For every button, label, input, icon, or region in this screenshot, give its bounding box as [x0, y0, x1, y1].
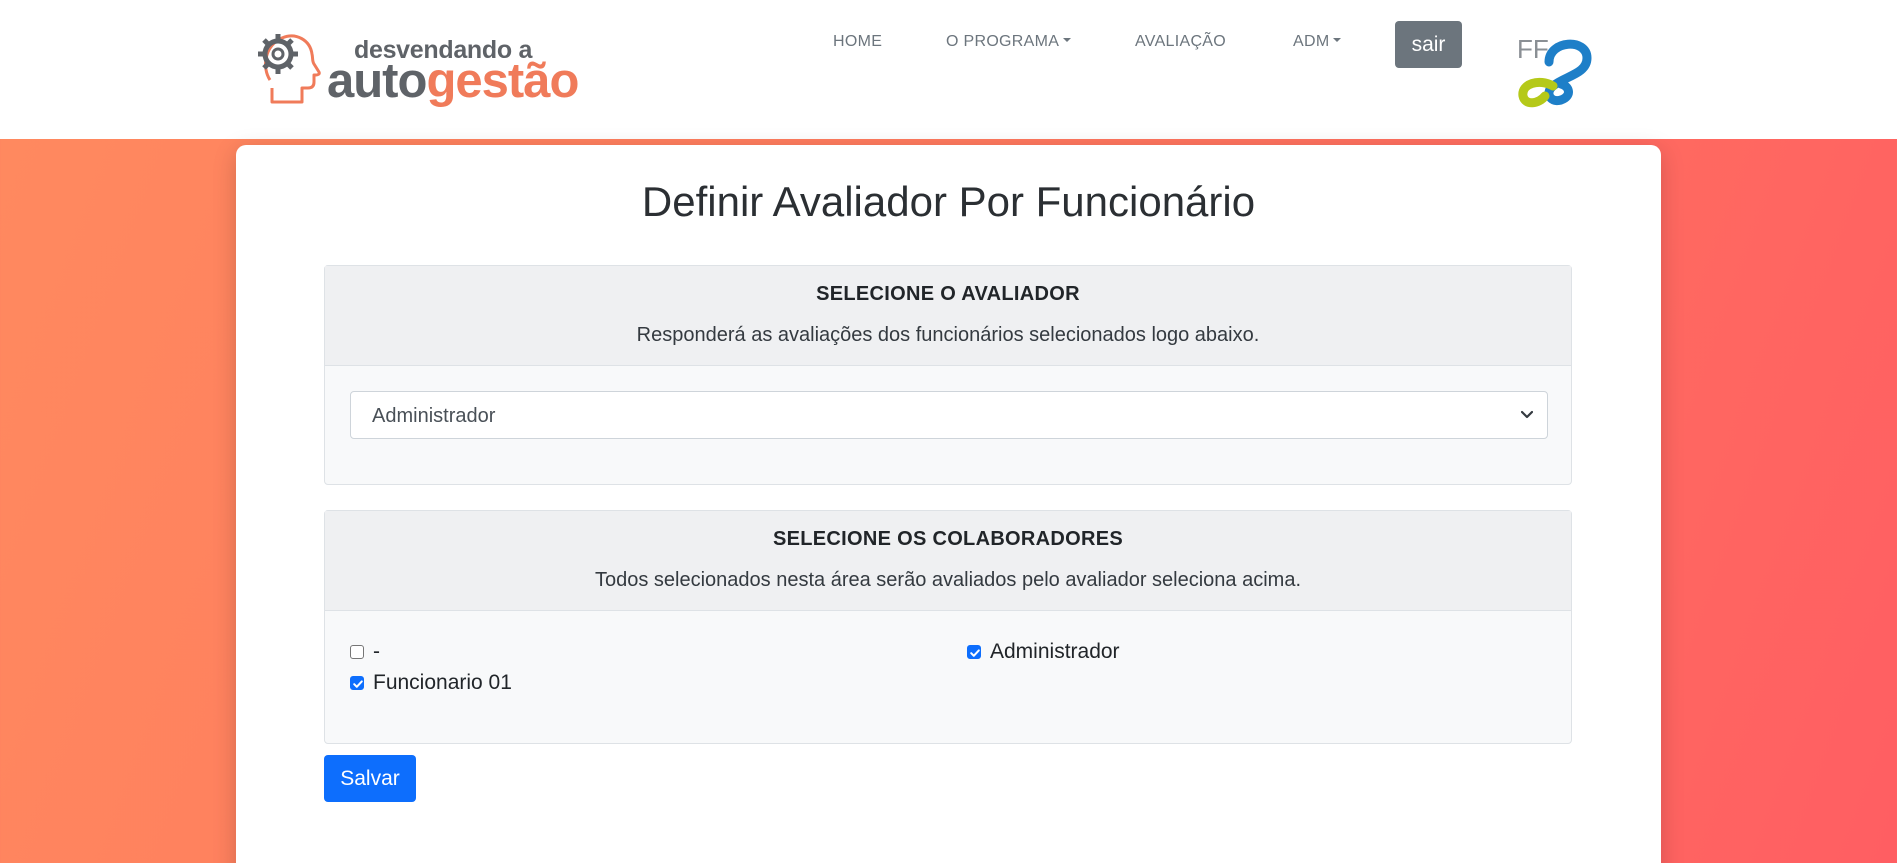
nav-avaliacao[interactable]: AVALIAÇÃO — [1135, 33, 1226, 51]
nav-adm-dropdown[interactable]: ADM — [1293, 33, 1342, 51]
logo-wordmark: autogestão — [327, 54, 579, 108]
check-icon — [353, 680, 363, 688]
avaliador-panel-title: SELECIONE O AVALIADOR — [816, 283, 1080, 305]
top-navbar: desvendando a autogestão HOME O PROGRAMA… — [0, 0, 1897, 139]
avaliador-panel-header: SELECIONE O AVALIADOR Responderá as aval… — [325, 266, 1571, 366]
save-button[interactable]: Salvar — [324, 755, 416, 802]
gear-head-icon — [258, 34, 321, 104]
autogestao-logo[interactable]: desvendando a autogestão — [252, 28, 579, 110]
colaborador-label: - — [373, 640, 380, 663]
nav-o-programa-label: O PROGRAMA — [946, 33, 1060, 50]
logout-button[interactable]: sair — [1395, 21, 1462, 68]
avaliador-panel-subtitle: Responderá as avaliações dos funcionário… — [636, 324, 1260, 346]
caret-down-icon — [1333, 38, 1342, 43]
colaborador-label: Funcionario 01 — [373, 671, 512, 694]
main-card — [236, 145, 1661, 863]
nav-avaliacao-label: AVALIAÇÃO — [1135, 33, 1227, 50]
avaliador-select[interactable]: Administrador — [350, 391, 1548, 439]
colaboradores-panel: SELECIONE OS COLABORADORES Todos selecio… — [324, 510, 1572, 744]
chevron-down-icon — [1521, 410, 1533, 419]
check-icon — [970, 649, 980, 657]
nav-adm-label: ADM — [1293, 33, 1330, 50]
avaliador-select-value: Administrador — [372, 405, 496, 427]
caret-down-icon — [1063, 38, 1072, 43]
colaboradores-panel-header: SELECIONE OS COLABORADORES Todos selecio… — [325, 511, 1571, 611]
nav-home[interactable]: HOME — [833, 33, 882, 51]
colaboradores-panel-title: SELECIONE OS COLABORADORES — [772, 528, 1124, 550]
partner-logo-text: FF — [1517, 34, 1549, 64]
ff-infinity-logo-icon: FF — [1517, 34, 1592, 108]
nav-home-label: HOME — [833, 33, 883, 50]
page-title: Definir Avaliador Por Funcionário — [641, 178, 1256, 225]
checkbox-unchecked[interactable] — [350, 645, 364, 659]
avaliador-panel: SELECIONE O AVALIADOR Responderá as aval… — [324, 265, 1572, 485]
colaboradores-panel-subtitle: Todos selecionados nesta área serão aval… — [595, 569, 1301, 591]
checkbox-checked[interactable] — [967, 645, 981, 659]
partner-logo: FF — [1509, 28, 1593, 108]
checkbox-checked[interactable] — [350, 676, 364, 690]
nav-o-programa-dropdown[interactable]: O PROGRAMA — [946, 33, 1072, 51]
colaborador-label: Administrador — [990, 640, 1120, 663]
